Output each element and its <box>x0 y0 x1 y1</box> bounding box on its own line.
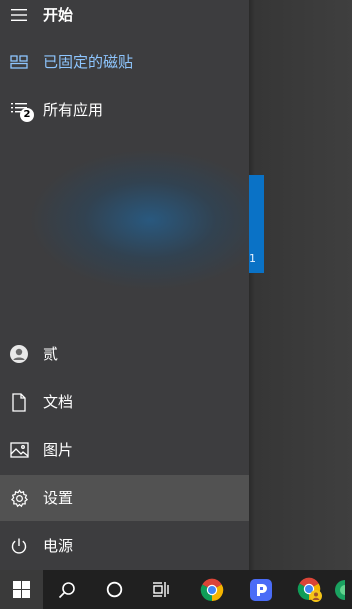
settings-label: 设置 <box>43 489 74 507</box>
gear-icon <box>9 488 29 508</box>
pictures-item[interactable]: 图片 <box>0 427 249 473</box>
documents-item[interactable]: 文档 <box>0 379 249 425</box>
user-account-item[interactable]: 贰 <box>0 331 249 377</box>
taskbar <box>0 570 352 609</box>
power-label: 电源 <box>43 537 74 555</box>
cortana-circle-icon <box>106 581 123 598</box>
hamburger-menu-icon[interactable] <box>9 5 29 25</box>
task-view-button[interactable] <box>137 570 185 609</box>
all-apps-label: 所有应用 <box>43 101 104 119</box>
all-apps-item[interactable]: 2 所有应用 <box>0 87 249 133</box>
blue-app-icon <box>249 578 273 602</box>
chrome-taskbar-button[interactable] <box>188 570 236 609</box>
power-icon <box>9 536 29 556</box>
tiles-icon <box>9 52 29 72</box>
pictures-label: 图片 <box>43 441 74 459</box>
start-button[interactable] <box>0 570 43 609</box>
documents-label: 文档 <box>43 393 74 411</box>
start-header[interactable]: 开始 <box>0 0 249 38</box>
pinned-tiles-label: 已固定的磁贴 <box>43 53 134 71</box>
power-item[interactable]: 电源 <box>0 523 249 569</box>
tile-glyph: 1 <box>249 252 256 265</box>
start-title: 开始 <box>43 6 74 24</box>
search-icon <box>58 581 76 599</box>
chrome-badged-icon <box>297 577 323 603</box>
green-app-button[interactable] <box>333 570 352 609</box>
settings-item[interactable]: 设置 <box>0 475 249 521</box>
windows-start-icon <box>13 581 30 598</box>
green-app-icon <box>333 578 352 602</box>
all-apps-badge: 2 <box>20 108 34 122</box>
chrome-icon <box>200 578 224 602</box>
cortana-button[interactable] <box>90 570 138 609</box>
user-name-label: 贰 <box>43 345 59 363</box>
chrome-profile-taskbar-button[interactable] <box>286 570 334 609</box>
avatar <box>9 344 29 364</box>
document-icon <box>9 392 29 412</box>
task-view-icon <box>152 581 171 598</box>
tiles-area <box>249 0 352 570</box>
picture-icon <box>9 440 29 460</box>
blue-app-button[interactable] <box>237 570 285 609</box>
search-button[interactable] <box>43 570 91 609</box>
pinned-tiles-item[interactable]: 已固定的磁贴 <box>0 39 249 85</box>
